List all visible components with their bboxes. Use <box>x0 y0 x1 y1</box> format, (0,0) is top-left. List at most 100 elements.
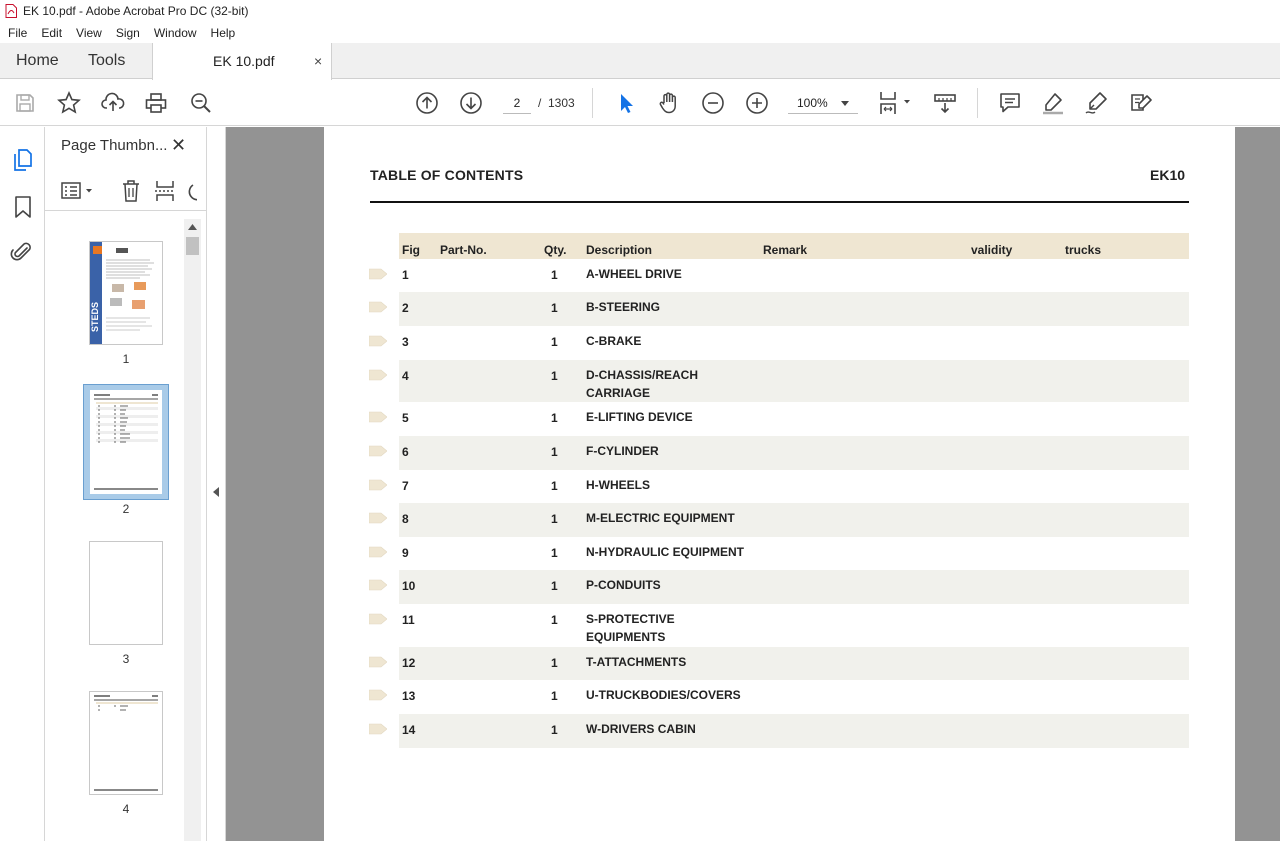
scrollbar-thumb[interactable] <box>186 237 199 255</box>
table-row[interactable]: 14 1 W-DRIVERS CABIN <box>369 714 1189 748</box>
row-description[interactable]: M-ELECTRIC EQUIPMENT <box>586 509 735 527</box>
menu-edit[interactable]: Edit <box>34 26 69 40</box>
row-link-arrow-icon[interactable] <box>369 512 387 524</box>
print-icon[interactable] <box>143 90 169 116</box>
zoom-out-icon[interactable] <box>700 90 726 116</box>
table-row[interactable]: 9 1 N-HYDRAULIC EQUIPMENT <box>369 537 1189 570</box>
table-row[interactable]: 6 1 F-CYLINDER <box>369 436 1189 470</box>
delete-page-icon[interactable] <box>121 179 141 208</box>
row-link-arrow-icon[interactable] <box>369 546 387 558</box>
row-description[interactable]: P-CONDUITS <box>586 576 661 594</box>
row-link-arrow-icon[interactable] <box>369 689 387 701</box>
document-code: EK10 <box>1150 167 1186 183</box>
save-icon[interactable] <box>12 90 38 116</box>
table-row[interactable]: 1 1 A-WHEEL DRIVE <box>369 259 1189 292</box>
menu-help[interactable]: Help <box>204 26 243 40</box>
panel-collapse-strip[interactable] <box>207 127 226 841</box>
row-link-arrow-icon[interactable] <box>369 369 387 381</box>
row-description[interactable]: U-TRUCKBODIES/COVERS <box>586 686 741 704</box>
thumbnail-page-3[interactable] <box>89 541 163 645</box>
toc-thumbnail-image <box>94 394 158 490</box>
upload-icon[interactable] <box>100 90 126 116</box>
attachment-icon[interactable] <box>10 239 34 270</box>
page-up-icon[interactable] <box>414 90 440 116</box>
table-row[interactable]: 11 1 S-PROTECTIVE EQUIPMENTS <box>369 604 1189 647</box>
menu-view[interactable]: View <box>69 26 109 40</box>
col-description: Description <box>586 243 653 257</box>
row-fig: 7 <box>402 479 409 493</box>
zoom-select[interactable]: 100% <box>788 92 858 114</box>
row-description[interactable]: F-CYLINDER <box>586 442 659 460</box>
rotate-page-icon[interactable] <box>187 181 197 208</box>
row-fig: 13 <box>402 689 416 703</box>
row-link-arrow-icon[interactable] <box>369 613 387 625</box>
row-description[interactable]: C-BRAKE <box>586 332 641 350</box>
thumbnail-page-2-selected[interactable] <box>83 384 169 500</box>
menu-file[interactable]: File <box>1 26 34 40</box>
thumbnail-page-1[interactable]: STEDS <box>89 241 163 345</box>
row-description[interactable]: T-ATTACHMENTS <box>586 653 686 671</box>
row-description[interactable]: N-HYDRAULIC EQUIPMENT <box>586 543 744 561</box>
row-link-arrow-icon[interactable] <box>369 445 387 457</box>
page-number-input[interactable]: 2 <box>503 92 531 114</box>
row-description[interactable]: E-LIFTING DEVICE <box>586 408 693 426</box>
row-description[interactable]: H-WHEELS <box>586 476 650 494</box>
row-link-arrow-icon[interactable] <box>369 301 387 313</box>
panel-title: Page Thumbn... <box>61 137 168 154</box>
zoom-in-icon[interactable] <box>744 90 770 116</box>
thumbnail-options-icon[interactable] <box>61 181 95 206</box>
row-description[interactable]: S-PROTECTIVE EQUIPMENTS <box>586 610 675 646</box>
row-description[interactable]: D-CHASSIS/REACH CARRIAGE <box>586 366 698 402</box>
tab-document[interactable]: EK 10.pdf × <box>152 43 332 80</box>
page-thumbnails-icon[interactable] <box>11 147 35 178</box>
table-row[interactable]: 7 1 H-WHEELS <box>369 470 1189 503</box>
table-row[interactable]: 13 1 U-TRUCKBODIES/COVERS <box>369 680 1189 714</box>
row-link-arrow-icon[interactable] <box>369 479 387 491</box>
row-link-arrow-icon[interactable] <box>369 268 387 280</box>
fit-page-icon[interactable] <box>876 90 916 116</box>
row-qty: 1 <box>551 613 558 627</box>
comment-icon[interactable] <box>997 90 1023 116</box>
menu-window[interactable]: Window <box>147 26 204 40</box>
table-row[interactable]: 5 1 E-LIFTING DEVICE <box>369 402 1189 436</box>
edit-pdf-icon[interactable] <box>1128 90 1154 116</box>
star-icon[interactable] <box>56 90 82 116</box>
table-row[interactable]: 4 1 D-CHASSIS/REACH CARRIAGE <box>369 360 1189 402</box>
row-description[interactable]: W-DRIVERS CABIN <box>586 720 696 738</box>
row-link-arrow-icon[interactable] <box>369 411 387 423</box>
row-link-arrow-icon[interactable] <box>369 579 387 591</box>
document-viewer[interactable]: TABLE OF CONTENTS EK10 Fig Part-No. Qty.… <box>226 127 1280 841</box>
document-heading: TABLE OF CONTENTS <box>370 167 524 183</box>
tab-tools[interactable]: Tools <box>88 43 125 79</box>
row-link-arrow-icon[interactable] <box>369 723 387 735</box>
row-description[interactable]: A-WHEEL DRIVE <box>586 265 682 283</box>
row-link-arrow-icon[interactable] <box>369 656 387 668</box>
thumbnail-label: 3 <box>122 652 130 666</box>
thumbnail-list: STEDS 1 2 3 4 <box>45 219 185 841</box>
row-qty: 1 <box>551 479 558 493</box>
thumbnail-scrollbar[interactable] <box>184 219 201 841</box>
insert-page-icon[interactable] <box>154 179 176 208</box>
row-description[interactable]: B-STEERING <box>586 298 660 316</box>
panel-close-icon[interactable]: ✕ <box>171 135 186 156</box>
search-zoom-icon[interactable] <box>188 90 214 116</box>
table-row[interactable]: 2 1 B-STEERING <box>369 292 1189 326</box>
sign-icon[interactable] <box>1084 90 1110 116</box>
bookmark-icon[interactable] <box>12 195 34 224</box>
table-row[interactable]: 12 1 T-ATTACHMENTS <box>369 647 1189 680</box>
highlight-icon[interactable] <box>1040 90 1066 116</box>
tab-home[interactable]: Home <box>16 43 59 79</box>
table-row[interactable]: 8 1 M-ELECTRIC EQUIPMENT <box>369 503 1189 537</box>
scroll-mode-icon[interactable] <box>932 90 958 116</box>
table-row[interactable]: 10 1 P-CONDUITS <box>369 570 1189 604</box>
select-cursor-icon[interactable] <box>613 90 639 116</box>
hand-icon[interactable] <box>656 90 682 116</box>
row-link-arrow-icon[interactable] <box>369 335 387 347</box>
menu-sign[interactable]: Sign <box>109 26 147 40</box>
thumbnail-page-4[interactable] <box>89 691 163 795</box>
tab-close-icon[interactable]: × <box>314 43 322 79</box>
table-row[interactable]: 3 1 C-BRAKE <box>369 326 1189 360</box>
page-down-icon[interactable] <box>458 90 484 116</box>
collapse-arrow-icon[interactable] <box>213 487 219 497</box>
scroll-up-arrow-icon[interactable] <box>188 224 197 230</box>
